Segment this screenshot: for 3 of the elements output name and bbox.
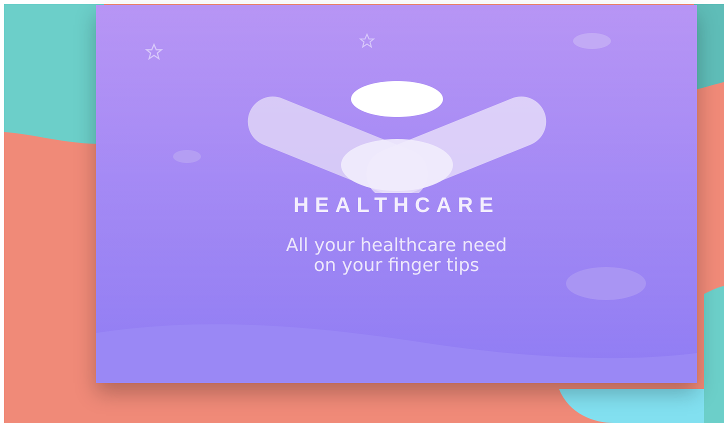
- tagline: All your healthcare need on your finger tips: [286, 236, 507, 276]
- app-title: HEALTHCARE: [293, 195, 500, 216]
- bubble: [573, 33, 611, 49]
